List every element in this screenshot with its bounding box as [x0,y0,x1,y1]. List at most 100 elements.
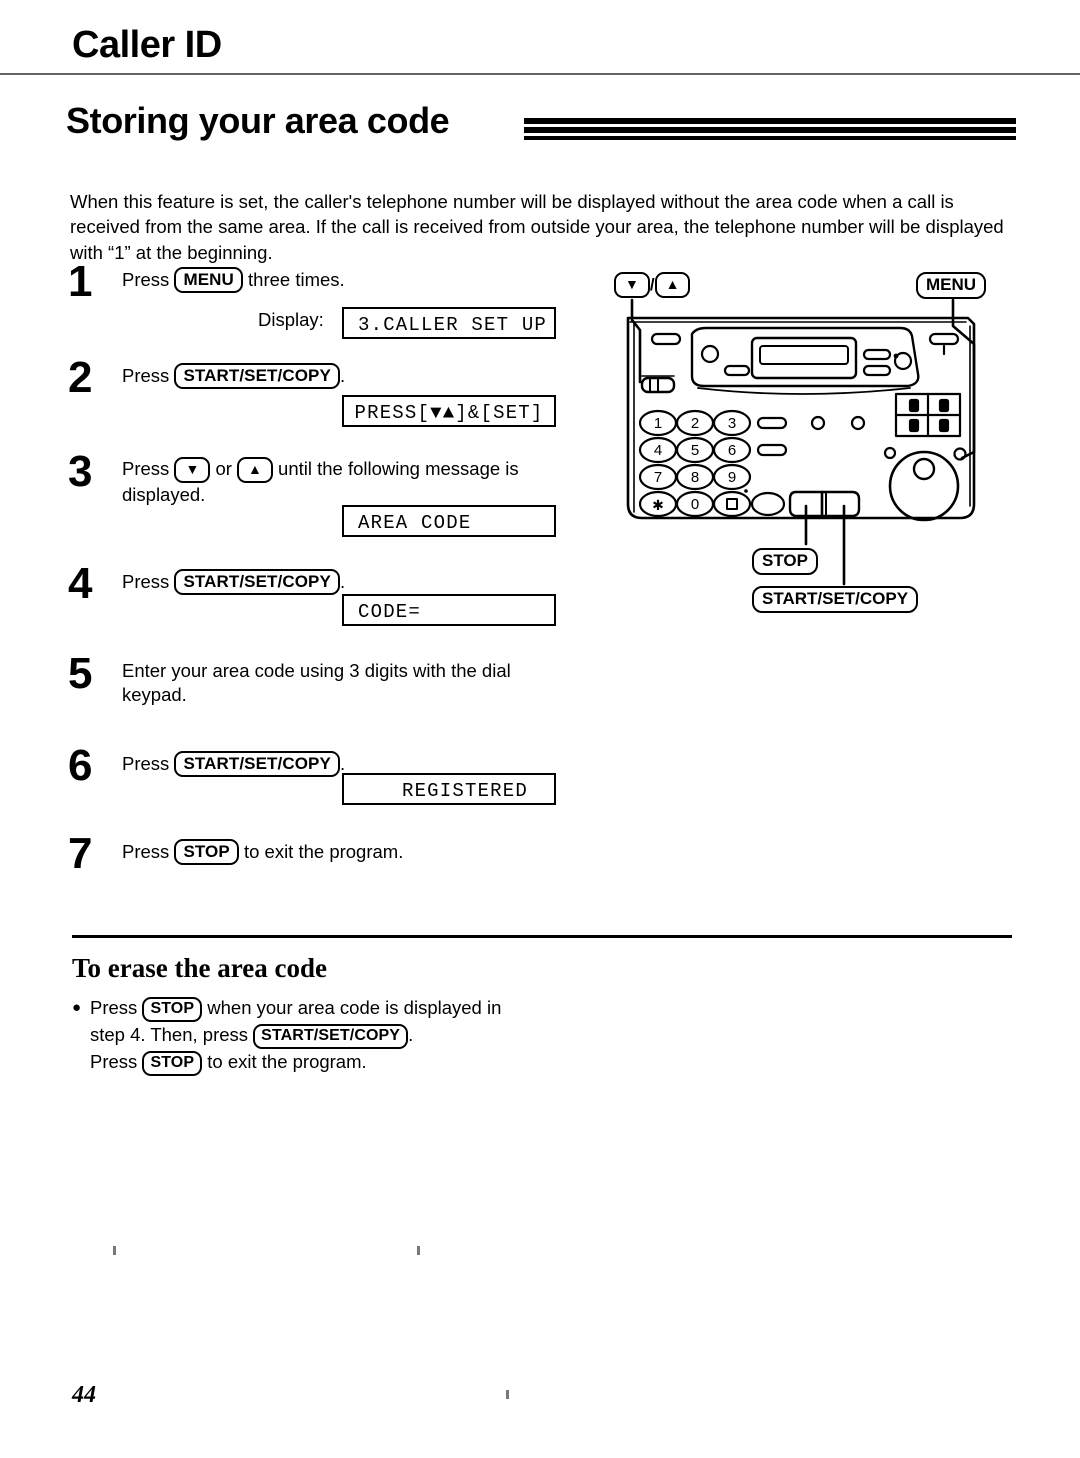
stop-key-label: STOP [174,839,239,865]
step-instruction-line2: keypad. [122,684,187,705]
erase-text: Press [90,997,138,1018]
page-number: 44 [72,1382,96,1408]
section-title-rule [524,113,1016,140]
step-instruction: Press STOP to exit the program. [122,834,568,865]
housing-oval-button-left [723,364,751,377]
start-set-copy-key-label: START/SET/COPY [174,569,340,595]
callout-separator: / [649,275,655,294]
step-instruction: Enter your area code using 3 digits with… [122,660,511,681]
start-set-copy-key-label: START/SET/COPY [174,363,340,389]
erase-line-2: step 4. Then, press START/SET/COPY. [90,1022,542,1049]
step-text-before: Press [122,269,170,290]
svg-text:6: 6 [728,442,736,459]
housing-oval-button-right-1 [862,348,892,361]
machine-lcd-bezel [750,336,858,380]
step-text-before: Press [122,753,170,774]
erase-section-title: To erase the area code [72,953,327,983]
machine-lcd-screen [759,345,849,365]
cartridge-module [894,392,962,438]
chapter-title: Caller ID [72,24,222,66]
cartridge-slot-1 [908,398,920,413]
svg-text:5: 5 [691,442,699,459]
keypad-key-pound-glyph [726,498,738,510]
bullet-icon: ● [72,999,82,1016]
indicator-led-2 [850,415,866,431]
step-text-after: until the following message is [278,458,519,479]
svg-text:0: 0 [691,496,699,513]
step-5: 5 Enter your area code using 3 digits wi… [68,649,568,746]
intro-paragraph: When this feature is set, the caller's t… [70,190,1004,263]
step-text-after: . [339,753,346,774]
lcd-display-step1: 3.CALLER SET UP [342,307,556,339]
step-text-after: to exit the program. [243,841,404,862]
step-text-before: Press [122,365,170,386]
leader-line-menu [951,298,976,460]
fax-machine-diagram: ▼ / ▲ MENU STOP START/SET/COPY 1 2 3 4 5… [600,266,1030,626]
menu-key-label: MENU [174,267,243,293]
erase-section-body: ● Press STOP when your area code is disp… [72,995,542,1076]
function-oval-key-3 [750,491,786,517]
registration-mark [113,1246,116,1255]
function-oval-key-1 [756,416,788,430]
function-oval-key-2 [756,443,788,457]
up-arrow-key-label: ▲ [654,272,691,298]
step-number: 5 [68,649,93,698]
cartridge-slot-4 [938,418,950,433]
step-text-after: . [339,365,346,386]
step-instruction: Press ▼ or ▲ until the following message… [122,452,568,483]
svg-text:1: 1 [654,415,662,432]
lcd-display-step6: REGISTERED [342,773,556,805]
erase-text: . [408,1024,414,1045]
housing-bottom-curve [697,387,911,395]
step-text-after: three times. [248,269,345,290]
page-title: Storing your area code [66,100,450,141]
jog-dial-outer [888,450,960,522]
updown-key-split [649,377,659,393]
down-arrow-key-label: ▼ [614,272,650,298]
step-instruction: Press START/SET/COPY. [122,358,568,389]
step-number: 6 [68,741,93,790]
callout-updown-arrows: ▼ / ▲ [614,272,691,298]
cartridge-slot-2 [938,398,950,413]
step-text-mid: or [215,458,232,479]
display-label: Display: [258,309,324,330]
callout-start-set-copy: START/SET/COPY [752,586,919,613]
step-text-after: . [339,571,346,592]
cartridge-slot-3 [908,418,920,433]
step-number: 7 [68,829,93,878]
housing-oval-button-right-2 [862,364,892,377]
step-instruction-line2: displayed. [122,484,206,505]
callout-stop: STOP [752,548,818,575]
stop-start-bar-keys [788,490,861,518]
erase-text: to exit the program. [207,1051,367,1072]
step-number: 2 [68,353,93,402]
step-instruction: Press START/SET/COPY. [122,564,568,595]
start-set-copy-key-label: START/SET/COPY [253,1024,409,1049]
svg-text:3: 3 [728,415,736,432]
callout-menu: MENU [916,272,987,299]
indicator-led-1 [810,415,826,431]
registration-mark [506,1390,509,1399]
step-number: 1 [68,257,93,306]
svg-text:2: 2 [691,415,699,432]
stop-key-label: STOP [142,997,203,1022]
erase-line-3: Press STOP to exit the program. [90,1049,542,1076]
step-text-before: Press [122,571,170,592]
svg-text:7: 7 [654,469,662,486]
key-oval-top-left [650,332,682,346]
lcd-display-step2: PRESS[▼▲]&[SET] [342,395,556,427]
down-arrow-key-label: ▼ [174,457,211,483]
svg-text:8: 8 [691,469,699,486]
step-text-before: Press [122,458,170,479]
keypad-key-pound [712,490,752,518]
lcd-display-step3: AREA CODE [342,505,556,537]
header-divider [0,73,1080,75]
housing-round-button-left [700,344,720,364]
step-instruction: Press MENU three times. [122,262,568,293]
erase-text: Press [90,1051,138,1072]
erase-section-divider [72,935,1012,938]
stop-key-label: STOP [142,1051,203,1076]
step-text-before: Press [122,841,170,862]
step-7: 7 Press STOP to exit the program. [68,829,568,894]
step-number: 3 [68,447,93,496]
